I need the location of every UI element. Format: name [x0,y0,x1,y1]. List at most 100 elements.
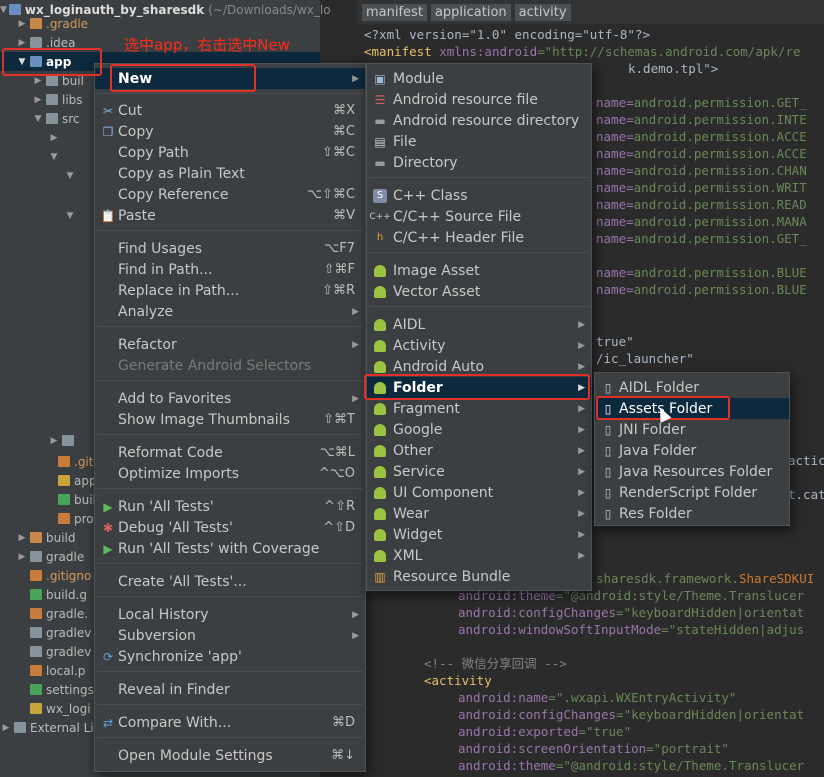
menu-item-service[interactable]: Service ▶ [367,461,591,482]
menu-item-copy-reference[interactable]: Copy Reference ⌥⇧⌘C [95,184,365,205]
folder-submenu[interactable]: ▯ AIDL Folder ▯ Assets Folder ▯ JNI Fold… [594,372,790,526]
submenu-arrow-icon: ▶ [352,73,359,84]
menu-item-new[interactable]: New ▶ [95,68,365,89]
new-submenu[interactable]: ▣ Module ☰ Android resource file ▬ Andro… [366,63,592,591]
menu-item-android-resource-file[interactable]: ☰ Android resource file [367,89,591,110]
menu-item-ui-component[interactable]: UI Component ▶ [367,482,591,503]
menu-item-aidl[interactable]: AIDL ▶ [367,314,591,335]
file-icon [30,608,42,619]
menu-item-google[interactable]: Google ▶ [367,419,591,440]
menu-item-widget[interactable]: Widget ▶ [367,524,591,545]
menu-item-compare-with[interactable]: ⇄ Compare With... ⌘D [95,712,365,733]
submenu-arrow-icon: ▶ [578,529,585,540]
menu-item-resource-bundle[interactable]: ▥ Resource Bundle [367,566,591,587]
menu-item-image-asset[interactable]: Image Asset [367,260,591,281]
menu-item-copy-plain-text[interactable]: Copy as Plain Text [95,163,365,184]
menu-item-analyze[interactable]: Analyze ▶ [95,301,365,322]
menu-item-reveal-finder[interactable]: Reveal in Finder [95,679,365,700]
menu-item-android-auto[interactable]: Android Auto ▶ [367,356,591,377]
menu-item-reformat-code[interactable]: Reformat Code ⌥⌘L [95,442,365,463]
tree-item-gradle-dir[interactable]: ▶ .gradle [0,14,320,33]
menu-item-file[interactable]: ▤ File [367,131,591,152]
menu-item-vector-asset[interactable]: Vector Asset [367,281,591,302]
menu-separator [97,326,363,327]
menu-item-activity[interactable]: Activity ▶ [367,335,591,356]
breadcrumb-application[interactable]: application [430,3,511,21]
menu-item-jni-folder[interactable]: ▯ JNI Folder [595,419,789,440]
menu-item-show-thumbnails[interactable]: Show Image Thumbnails ⇧⌘T [95,409,365,430]
code-val: android.permission.ACCE [633,146,807,161]
menu-item-xml[interactable]: XML ▶ [367,545,591,566]
tree-item-label: gradlev [46,644,92,659]
menu-item-debug-tests[interactable]: ✱ Debug 'All Tests' ^⇧D [95,517,365,538]
gradle-file-icon [30,589,42,600]
menu-item-other[interactable]: Other ▶ [367,440,591,461]
breadcrumb-manifest[interactable]: manifest [362,3,427,21]
expand-right-icon[interactable]: ▶ [32,95,44,105]
expand-down-icon[interactable]: ▼ [64,171,76,181]
menu-item-find-usages[interactable]: Find Usages ⌥F7 [95,238,365,259]
menu-item-directory[interactable]: ▬ Directory [367,152,591,173]
menu-item-run-tests[interactable]: ▶ Run 'All Tests' ^⇧R [95,496,365,517]
menu-item-cut[interactable]: ✂ Cut ⌘X [95,100,365,121]
menu-item-fragment[interactable]: Fragment ▶ [367,398,591,419]
code-attr: xmlns:android [431,44,538,59]
submenu-arrow-icon: ▶ [578,340,585,351]
menu-item-cpp-source[interactable]: C++ C/C++ Source File [367,206,591,227]
menu-item-cpp-header[interactable]: h C/C++ Header File [367,227,591,248]
expand-right-icon[interactable]: ▶ [16,533,28,543]
menu-item-local-history[interactable]: Local History ▶ [95,604,365,625]
permission-line: name=android.permission.READ [596,196,807,213]
menu-item-module-settings[interactable]: Open Module Settings ⌘↓ [95,745,365,766]
menu-item-add-favorites[interactable]: Add to Favorites ▶ [95,388,365,409]
menu-item-copy-path[interactable]: Copy Path ⇧⌘C [95,142,365,163]
menu-shortcut: ⌥F7 [324,241,355,256]
breadcrumb-activity[interactable]: activity [514,3,571,21]
menu-item-wear[interactable]: Wear ▶ [367,503,591,524]
menu-item-synchronize[interactable]: ⟳ Synchronize 'app' [95,646,365,667]
tree-item-label: External Li [30,720,94,735]
menu-item-optimize-imports[interactable]: Optimize Imports ^⌥O [95,463,365,484]
menu-item-refactor[interactable]: Refactor ▶ [95,334,365,355]
menu-item-module[interactable]: ▣ Module [367,68,591,89]
expand-right-icon[interactable]: ▶ [48,133,60,143]
expand-right-icon[interactable]: ▶ [16,38,28,48]
menu-item-generate-selectors: Generate Android Selectors [95,355,365,376]
menu-item-renderscript-folder[interactable]: ▯ RenderScript Folder [595,482,789,503]
menu-item-replace-in-path[interactable]: Replace in Path... ⇧⌘R [95,280,365,301]
menu-item-assets-folder[interactable]: ▯ Assets Folder [595,398,789,419]
permission-line: name=android.permission.BLUE [596,281,807,298]
expand-down-icon[interactable]: ▼ [16,57,28,67]
menu-item-android-resource-directory[interactable]: ▬ Android resource directory [367,110,591,131]
expand-right-icon[interactable]: ▶ [32,76,44,86]
menu-item-create-tests[interactable]: Create 'All Tests'... [95,571,365,592]
code-val: ="keyboardHidden|orientat [616,707,805,722]
menu-item-subversion[interactable]: Subversion ▶ [95,625,365,646]
menu-label: AIDL [393,316,426,333]
menu-item-cpp-class[interactable]: S C++ Class [367,185,591,206]
menu-item-folder[interactable]: Folder ▶ [367,377,591,398]
menu-label: Cut [118,102,143,119]
expand-right-icon[interactable]: ▶ [0,723,12,733]
sync-icon: ⟳ [102,649,114,664]
expand-down-icon[interactable]: ▼ [0,5,7,15]
menu-item-java-folder[interactable]: ▯ Java Folder [595,440,789,461]
menu-item-java-resources-folder[interactable]: ▯ Java Resources Folder [595,461,789,482]
menu-item-find-in-path[interactable]: Find in Path... ⇧⌘F [95,259,365,280]
expand-right-icon[interactable]: ▶ [16,552,28,562]
menu-item-paste[interactable]: 📋 Paste ⌘V [95,205,365,226]
expand-down-icon[interactable]: ▼ [64,211,76,221]
expand-right-icon[interactable]: ▶ [16,19,28,29]
expand-down-icon[interactable]: ▼ [48,152,60,162]
menu-item-copy[interactable]: ❐ Copy ⌘C [95,121,365,142]
menu-label: Add to Favorites [118,390,232,407]
expand-right-icon[interactable]: ▶ [48,436,60,446]
menu-item-res-folder[interactable]: ▯ Res Folder [595,503,789,524]
menu-item-aidl-folder[interactable]: ▯ AIDL Folder [595,377,789,398]
menu-item-run-coverage[interactable]: ▶ Run 'All Tests' with Coverage [95,538,365,559]
expand-down-icon[interactable]: ▼ [32,114,44,124]
code-val: android.permission.MANA [633,214,807,229]
context-menu[interactable]: New ▶ ✂ Cut ⌘X ❐ Copy ⌘C Copy Path ⇧⌘C C… [94,63,366,772]
menu-shortcut: ⇧⌘T [323,412,355,427]
library-icon [14,722,26,733]
